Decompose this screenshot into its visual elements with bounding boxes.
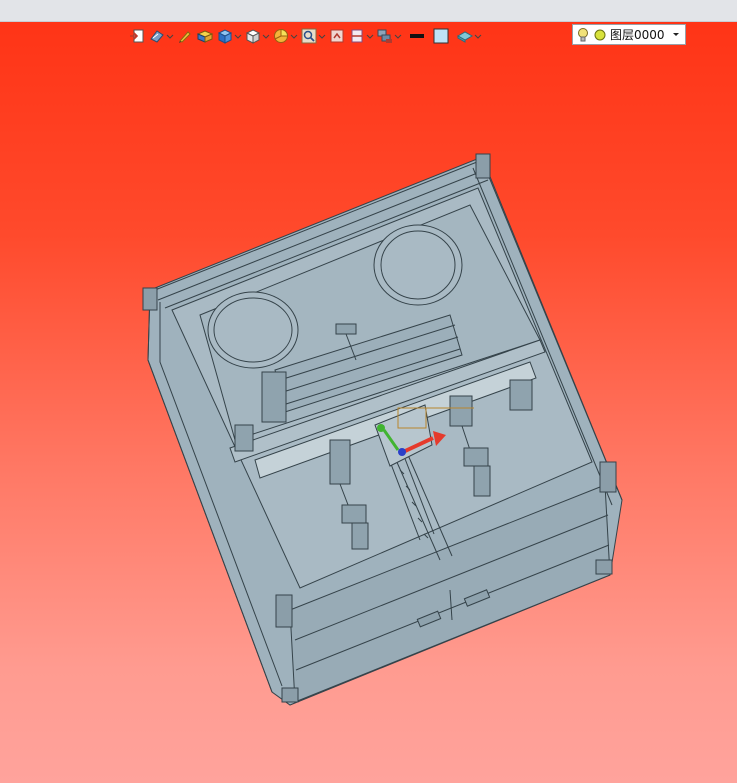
pie-section-icon: [272, 27, 290, 45]
render-style-icon: [148, 27, 166, 45]
light-bulb-icon[interactable]: [576, 27, 590, 43]
exit-view-icon: [128, 27, 146, 45]
layer-active-icon[interactable]: [593, 27, 607, 43]
chevron-down-icon[interactable]: [366, 27, 374, 45]
chevron-down-icon[interactable]: [394, 27, 402, 45]
toolbar-button-surface[interactable]: [456, 26, 482, 46]
chevron-down-icon[interactable]: [290, 27, 298, 45]
chevron-down-icon[interactable]: [166, 27, 174, 45]
chevron-down-icon[interactable]: [318, 27, 326, 45]
snapshot-icon: [328, 27, 346, 45]
line-color-icon: [408, 27, 426, 45]
toolbar-button-pencil[interactable]: [176, 26, 194, 46]
toolbar-button-view-cube[interactable]: [216, 26, 242, 46]
chevron-down-icon[interactable]: [234, 27, 242, 45]
chevron-down-icon[interactable]: [474, 27, 482, 45]
shaded-box-icon: [196, 27, 214, 45]
white-cube-icon: [244, 27, 262, 45]
toolbar-button-shaded-box[interactable]: [196, 26, 214, 46]
toolbar-button-zoom-fit[interactable]: [300, 26, 326, 46]
clip-plane-icon: [348, 27, 366, 45]
chevron-down-icon[interactable]: [262, 27, 270, 45]
toolbar-button-clip-plane[interactable]: [348, 26, 374, 46]
graphics-viewport[interactable]: [0, 22, 737, 783]
layer-name: 图层0000: [610, 28, 665, 42]
view-cube-icon: [216, 27, 234, 45]
toolbar-button-snapshot[interactable]: [328, 26, 346, 46]
cad-model[interactable]: [0, 22, 737, 783]
view-toolbar: [128, 26, 484, 46]
toolbar-button-pie-section[interactable]: [272, 26, 298, 46]
toolbar-button-render-style[interactable]: [148, 26, 174, 46]
pencil-icon: [176, 27, 194, 45]
toolbar-button-layers-stack[interactable]: [376, 26, 402, 46]
toolbar-button-white-cube[interactable]: [244, 26, 270, 46]
fill-color-icon: [432, 27, 450, 45]
surface-icon: [456, 27, 474, 45]
window-title-strip: [0, 0, 737, 22]
toolbar-button-fill-color[interactable]: [432, 26, 450, 46]
chevron-down-icon[interactable]: [670, 27, 682, 41]
zoom-fit-icon: [300, 27, 318, 45]
toolbar-button-exit-view[interactable]: [128, 26, 146, 46]
layers-stack-icon: [376, 27, 394, 45]
layer-dropdown[interactable]: 图层0000: [572, 24, 686, 45]
toolbar-button-line-color[interactable]: [408, 26, 426, 46]
